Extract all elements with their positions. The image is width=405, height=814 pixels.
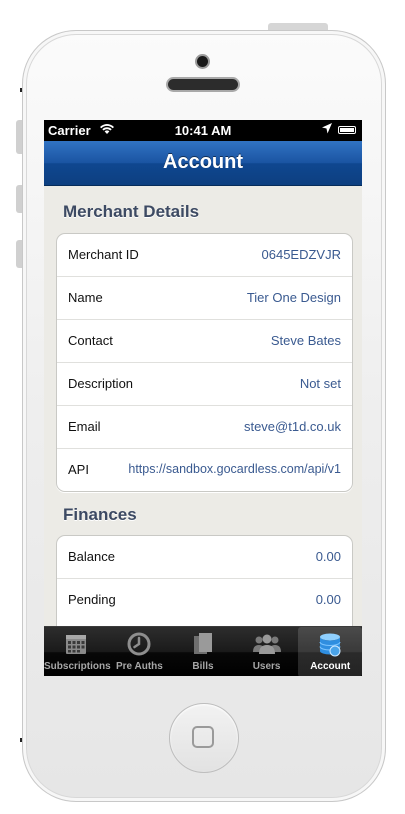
page-title: Account [163,151,243,173]
row-label: Contact [68,333,113,348]
name-row[interactable]: Name Tier One Design [57,277,352,320]
section-title-finances: Finances [63,505,137,524]
clock-label: 10:41 AM [174,123,232,138]
tab-bills[interactable]: Bills [171,627,235,676]
tab-label: Users [252,661,281,672]
row-label: API [68,462,89,477]
merchant-id-row[interactable]: Merchant ID 0645EDZVJR [57,234,352,277]
tab-pre-auths[interactable]: Pre Auths [108,627,172,676]
row-value: https://sandbox.gocardless.com/api/v1 [128,462,341,476]
row-label: Name [68,290,103,305]
tab-bar: Subscriptions Pre Auths Bills Users Acco… [44,626,362,676]
battery-icon [338,126,356,134]
location-arrow-icon [322,123,332,137]
row-label: Balance [68,549,115,564]
tab-label: Subscriptions [44,661,111,672]
row-label: Email [68,419,101,434]
row-value: Tier One Design [246,290,341,305]
row-label: Description [68,376,134,391]
earpiece-speaker [168,79,238,90]
api-row[interactable]: API https://sandbox.gocardless.com/api/v… [57,449,352,491]
clock-icon [127,632,151,656]
home-square-icon [192,726,214,748]
users-icon [252,632,282,656]
row-label: Merchant ID [68,247,139,262]
account-icon [318,632,342,657]
tab-label: Bills [192,661,214,672]
row-value: Not set [299,376,341,391]
tab-users[interactable]: Users [235,627,299,676]
row-value: steve@t1d.co.uk [243,419,341,434]
calendar-icon [64,632,88,656]
section-title-merchant-details: Merchant Details [63,202,200,221]
description-row[interactable]: Description Not set [57,363,352,406]
tab-label: Pre Auths [115,661,163,672]
home-button[interactable] [169,703,239,773]
screen: Carrier 10:41 AM Account Merchant Detail… [44,120,362,676]
row-value: 0.00 [315,592,341,607]
tab-account[interactable]: Account [298,627,362,676]
contact-row[interactable]: Contact Steve Bates [57,320,352,363]
balance-row[interactable]: Balance 0.00 [57,536,352,579]
finances-group: Balance 0.00 Pending 0.00 [56,535,353,626]
row-label: Pending [68,592,116,607]
pending-row[interactable]: Pending 0.00 [57,579,352,621]
account-content[interactable]: Merchant Details Merchant ID 0645EDZVJR … [44,186,362,626]
tab-label: Account [310,661,351,672]
tab-subscriptions[interactable]: Subscriptions [44,627,111,676]
navigation-bar: Account [44,141,362,186]
front-camera [197,56,208,67]
status-bar: Carrier 10:41 AM [44,120,362,141]
row-value: 0.00 [315,549,341,564]
email-row[interactable]: Email steve@t1d.co.uk [57,406,352,449]
bills-icon [191,632,215,656]
row-value: Steve Bates [270,333,341,348]
row-value: 0645EDZVJR [261,247,341,262]
merchant-details-group: Merchant ID 0645EDZVJR Name Tier One Des… [56,233,353,492]
